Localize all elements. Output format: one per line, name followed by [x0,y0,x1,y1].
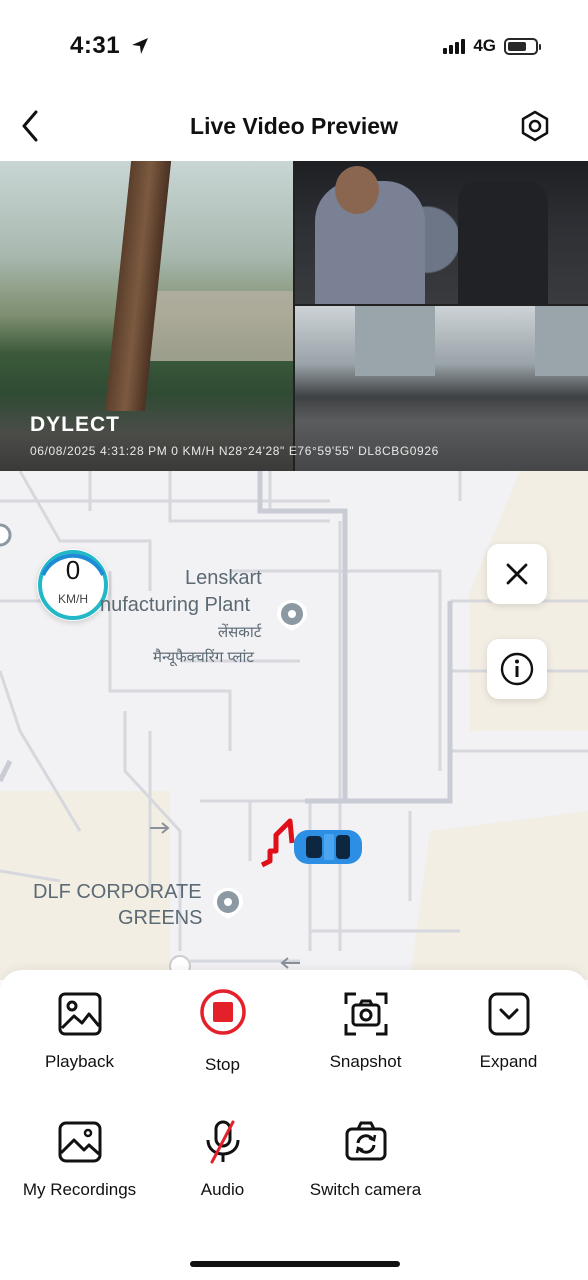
settings-hexagon-icon[interactable] [518,109,552,143]
network-type: 4G [473,36,496,55]
close-icon [506,563,528,585]
playback-label: Playback [45,1052,114,1071]
chevron-down-icon [488,992,529,1036]
status-icons: 4G [443,36,541,56]
dashcam-logo: DYLECT [30,413,120,436]
expand-label: Expand [479,1052,538,1071]
cabin-camera-view [295,161,588,304]
driver-head-shape [335,166,379,214]
seat-shape [458,181,548,304]
my-recordings-button[interactable]: My Recordings [6,1118,153,1200]
camera-icon [344,992,387,1036]
car-icon [294,830,362,864]
poi-name-2: nufacturing Plant [100,594,251,616]
clock-text: 4:31 [70,32,121,59]
audio-button[interactable]: Audio [149,1118,296,1200]
switch-camera-icon [345,1121,386,1161]
image-icon [58,992,101,1036]
switch-camera-label: Switch camera [309,1180,422,1199]
snapshot-button[interactable]: Snapshot [292,990,439,1072]
poi-name-2: GREENS [118,907,203,929]
poi-name: Lenskart [185,567,262,589]
snapshot-label: Snapshot [329,1052,402,1071]
close-map-button[interactable] [487,544,547,604]
map-pin-icon[interactable] [275,598,309,632]
stop-label: Stop [205,1055,240,1074]
audio-label: Audio [200,1180,245,1199]
poi-name: DLF CORPORATE [33,881,202,903]
video-overlay-info: 06/08/2025 4:31:28 PM 0 KM/H N28°24'28" … [30,444,439,458]
stop-button[interactable]: Stop [149,988,296,1075]
location-arrow-icon [132,38,149,54]
stop-icon [199,989,246,1035]
map-pin-icon[interactable] [211,886,245,920]
speed-unit: KM/H [58,592,88,606]
home-indicator[interactable] [190,1261,400,1267]
page-title: Live Video Preview [190,113,398,139]
poi-name-hi-2: मैन्यूफैक्चरिंग प्लांट [153,649,254,666]
battery-icon [504,37,541,55]
building-shape [535,306,588,376]
nav-bar: Live Video Preview [0,96,588,160]
info-icon [500,652,534,686]
signal-icon [443,38,466,54]
speed-gauge: 0 KM/H [37,549,109,621]
expand-button[interactable]: Expand [435,990,582,1072]
status-bar: 4:31 4G [0,0,588,96]
tree-shape [104,161,172,411]
my-recordings-label: My Recordings [22,1180,137,1199]
speed-value: 0 [65,555,81,585]
status-time: 4:31 [70,32,149,60]
gallery-icon [58,1121,101,1163]
playback-button[interactable]: Playback [6,990,153,1072]
mic-off-icon [206,1120,239,1164]
switch-camera-button[interactable]: Switch camera [292,1118,439,1200]
info-button[interactable] [487,639,547,699]
building-shape [355,306,435,376]
live-video-feed[interactable]: DYLECT 06/08/2025 4:31:28 PM 0 KM/H N28°… [0,161,588,471]
poi-name-hi: लेंसकार्ट [218,624,262,641]
